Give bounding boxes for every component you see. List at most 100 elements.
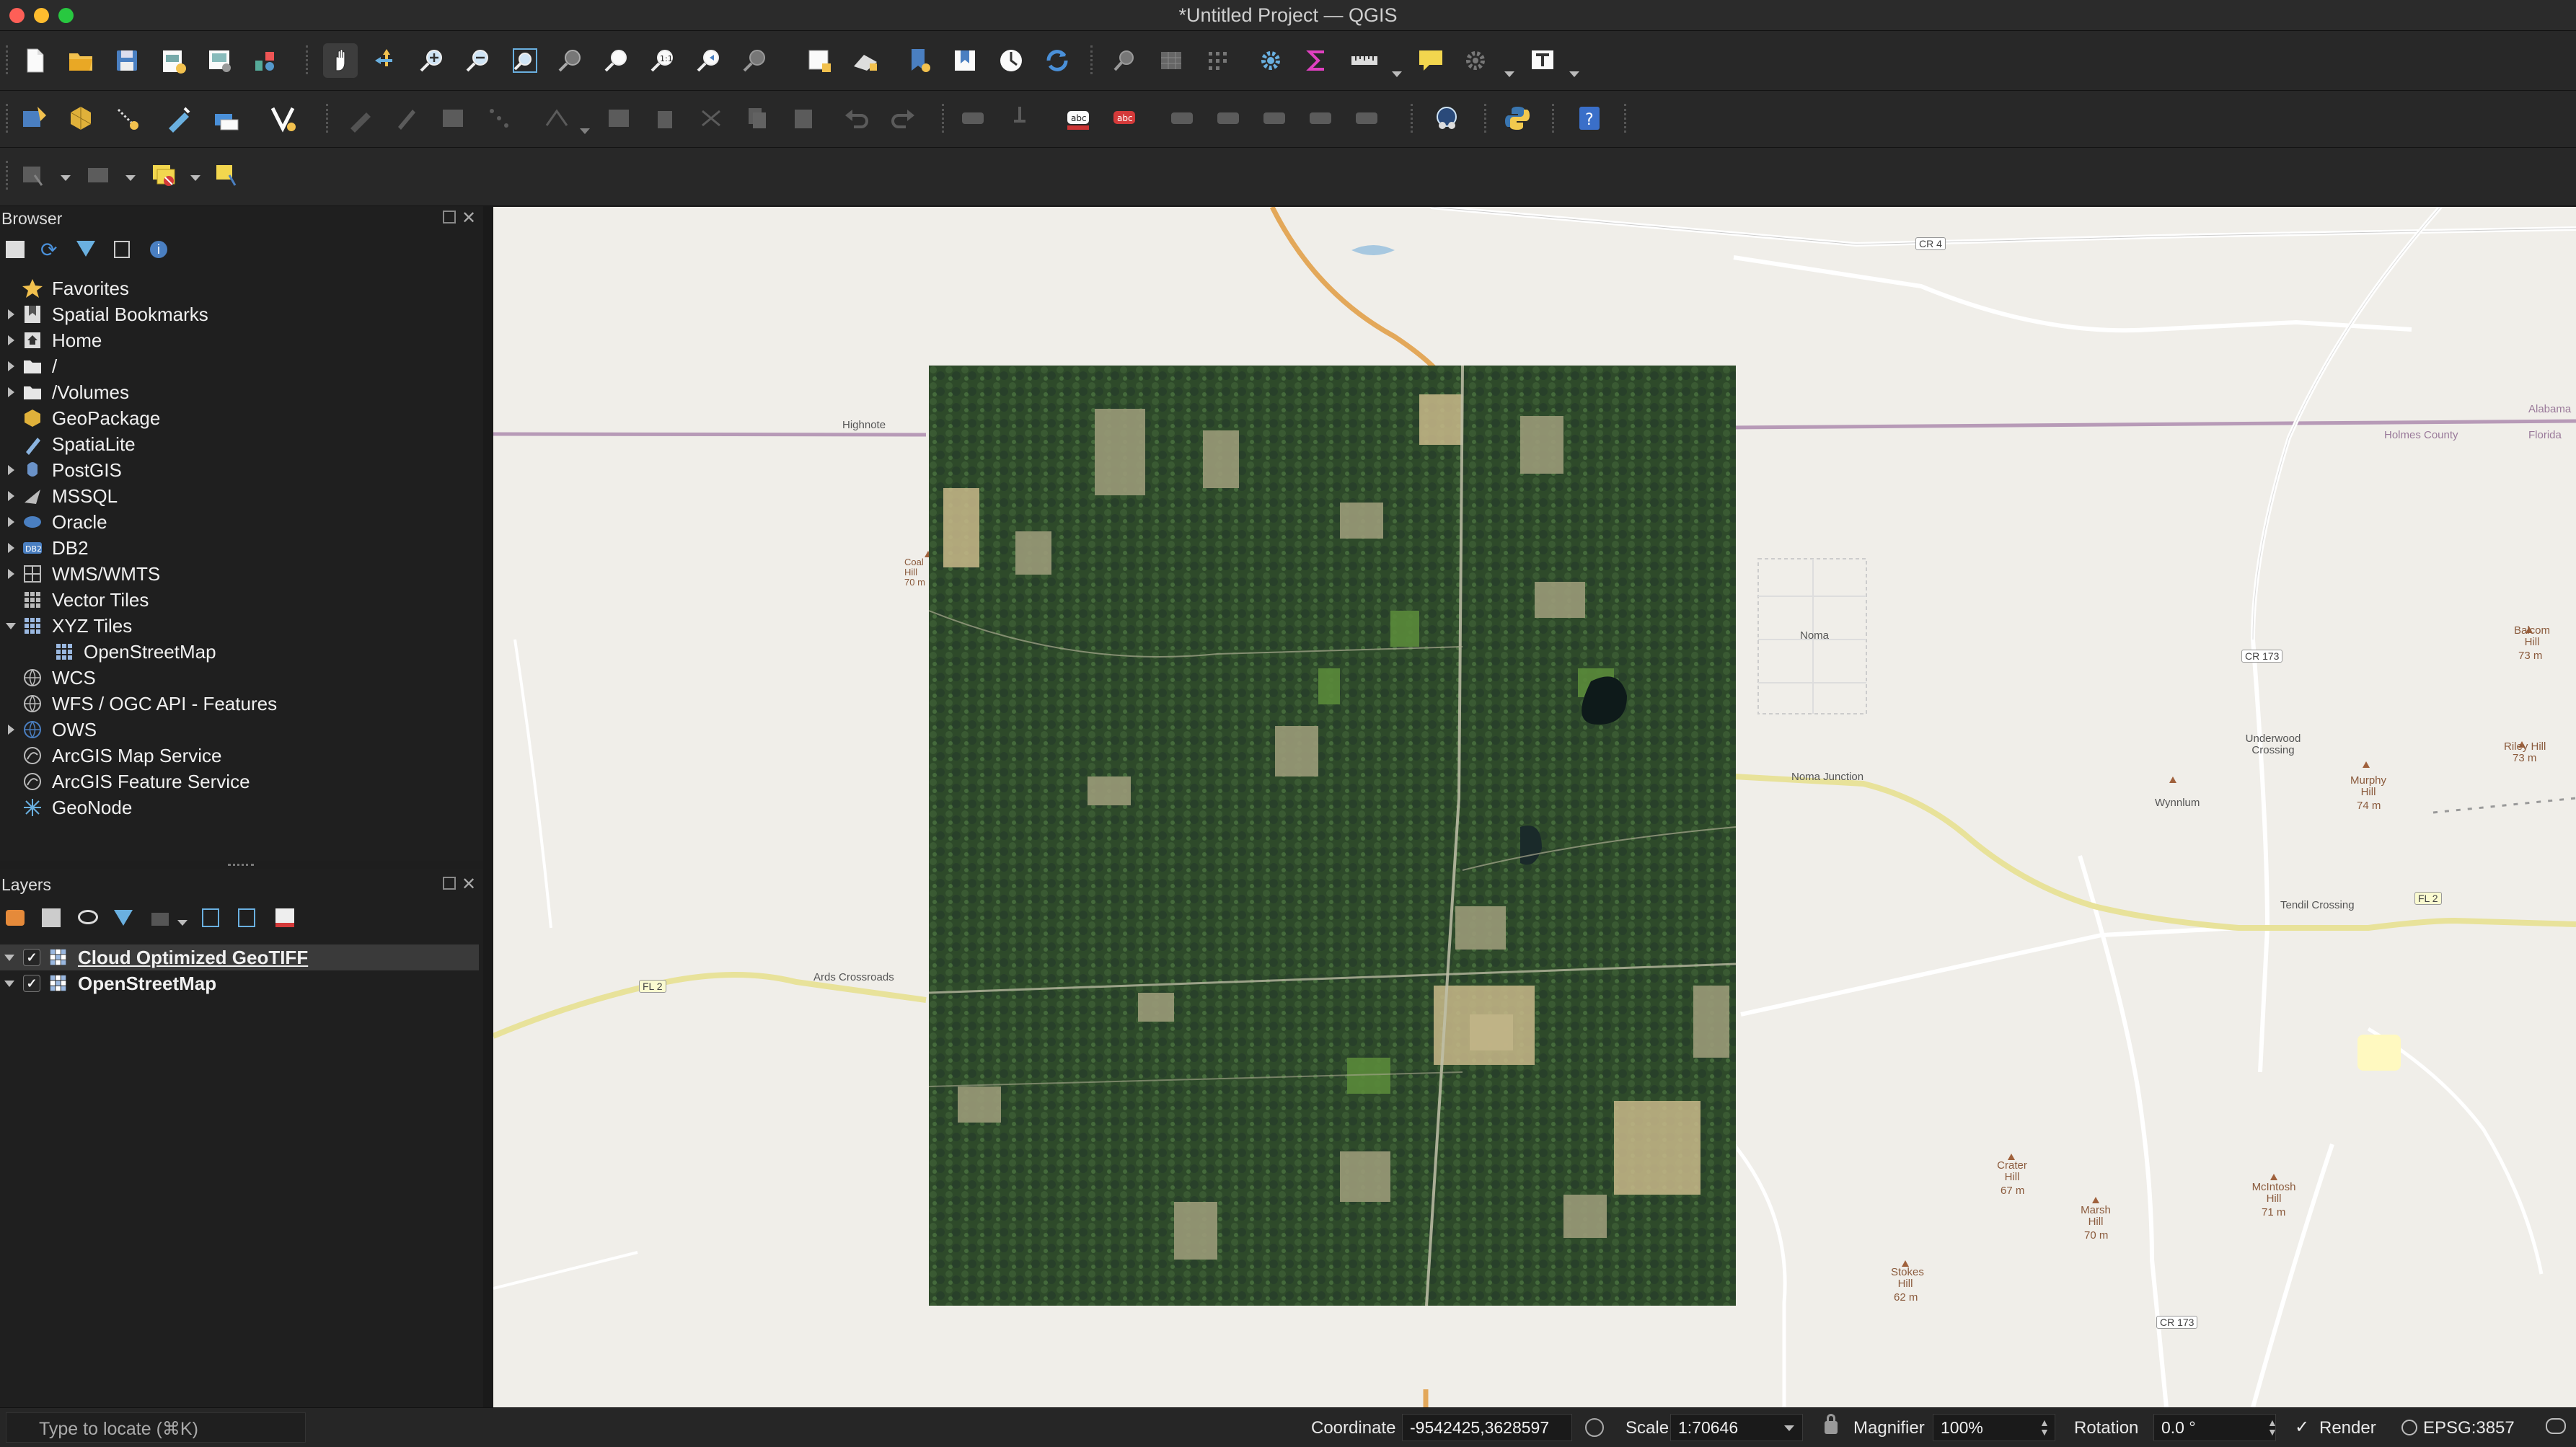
browser-item-home[interactable]: Home: [0, 327, 476, 353]
browser-item-geonode[interactable]: GeoNode: [0, 795, 476, 820]
float-panel-icon[interactable]: [443, 211, 456, 224]
measure-line-icon[interactable]: [1347, 43, 1382, 78]
browser-item-openstreetmap[interactable]: OpenStreetMap: [32, 639, 508, 665]
browser-item-geopackage[interactable]: GeoPackage: [0, 405, 476, 431]
rotation-spinner-icon[interactable]: ▲ ▼: [2267, 1417, 2277, 1437]
render-checkbox[interactable]: ✓: [2295, 1417, 2309, 1438]
style-manager-icon[interactable]: [248, 43, 283, 78]
pan-map-icon[interactable]: [323, 43, 358, 78]
expand-arrow-icon[interactable]: [0, 361, 22, 371]
add-feature-icon[interactable]: [482, 101, 516, 136]
browser-item-volumes[interactable]: /Volumes: [0, 379, 476, 405]
settings-gear-icon[interactable]: [1253, 43, 1288, 78]
browser-item-vector-tiles[interactable]: Vector Tiles: [0, 587, 476, 613]
layer-diagram-options-icon[interactable]: abc: [1108, 101, 1142, 136]
annotation-dropdown-icon[interactable]: [1569, 71, 1579, 77]
toggle-editing-icon[interactable]: [343, 101, 378, 136]
browser-item-arcgis-feature-service[interactable]: ArcGIS Feature Service: [0, 769, 476, 795]
coordinate-field[interactable]: -9542425,3628597: [1402, 1414, 1572, 1441]
field-calculator-sigma-icon[interactable]: [1300, 43, 1334, 78]
zoom-to-layer-icon[interactable]: [600, 43, 635, 78]
browser-item-root[interactable]: /: [0, 353, 476, 379]
browser-item-wfs-ogc-api-features[interactable]: WFS / OGC API - Features: [0, 691, 476, 717]
new-shapefile-layer-icon[interactable]: [208, 101, 242, 136]
refresh-icon[interactable]: [1040, 43, 1075, 78]
browser-item-db2[interactable]: DB2 DB2: [0, 535, 476, 561]
temporal-controller-icon[interactable]: [994, 43, 1028, 78]
magnifier-field[interactable]: 100%: [1933, 1414, 2055, 1441]
map-canvas[interactable]: Highnote Coal Hill 70 m Noma Noma Juncti…: [493, 207, 2576, 1407]
map-tips-icon[interactable]: [1413, 43, 1448, 78]
pin-labels-icon[interactable]: [1002, 101, 1037, 136]
select-expression-dropdown-icon[interactable]: [125, 175, 136, 181]
browser-item-spatialite[interactable]: SpatiaLite: [0, 431, 476, 457]
scale-field[interactable]: 1:70646: [1670, 1414, 1803, 1441]
browser-item-wms-wmts[interactable]: WMS/WMTS: [0, 561, 476, 587]
expand-arrow-icon[interactable]: [0, 543, 22, 553]
browser-item-arcgis-map-service[interactable]: ArcGIS Map Service: [0, 743, 476, 769]
browser-item-xyz-tiles[interactable]: XYZ Tiles: [0, 613, 476, 639]
rotation-field[interactable]: 0.0 °: [2153, 1414, 2276, 1441]
open-attribute-table-icon[interactable]: [1154, 43, 1188, 78]
move-label-icon[interactable]: [1258, 101, 1292, 136]
filter-by-expression-icon[interactable]: [151, 913, 169, 926]
layer-visibility-checkbox[interactable]: ✓: [23, 975, 40, 992]
close-layers-panel-icon[interactable]: ✕: [462, 874, 476, 895]
add-group-icon[interactable]: [42, 908, 61, 927]
zoom-full-icon[interactable]: [508, 43, 542, 78]
label-tool-icon[interactable]: [956, 101, 991, 136]
zoom-last-icon[interactable]: [692, 43, 727, 78]
help-contents-icon[interactable]: ?: [1572, 101, 1607, 136]
manage-map-themes-icon[interactable]: [78, 910, 98, 924]
new-virtual-layer-icon[interactable]: [265, 101, 300, 136]
deselect-dropdown-icon[interactable]: [190, 175, 200, 181]
new-bookmark-icon[interactable]: [901, 43, 936, 78]
undo-icon[interactable]: [839, 101, 874, 136]
vertex-tool-icon[interactable]: [539, 101, 574, 136]
pan-to-selection-icon[interactable]: [369, 43, 404, 78]
expand-arrow-icon[interactable]: [0, 387, 22, 397]
select-features-dropdown-icon[interactable]: [61, 175, 71, 181]
browser-item-ows[interactable]: OWS: [0, 717, 476, 743]
scale-dropdown-icon[interactable]: [1784, 1425, 1794, 1431]
messages-icon[interactable]: [2546, 1418, 2566, 1434]
edit-pencil-icon[interactable]: [389, 101, 424, 136]
layer-visibility-checkbox[interactable]: ✓: [23, 949, 40, 966]
paste-features-icon[interactable]: [786, 101, 821, 136]
browser-item-wcs[interactable]: WCS: [0, 665, 476, 691]
show-hide-labels-icon[interactable]: [1212, 101, 1246, 136]
browser-item-oracle[interactable]: Oracle: [0, 509, 476, 535]
expand-arrow-icon[interactable]: [0, 335, 22, 345]
cut-features-icon[interactable]: [694, 101, 728, 136]
collapse-all-icon[interactable]: [114, 241, 130, 258]
filter-browser-icon[interactable]: [76, 241, 95, 257]
expand-arrow-icon[interactable]: [0, 517, 22, 527]
select-by-expression-icon[interactable]: [81, 158, 115, 193]
collapse-arrow-icon[interactable]: [0, 622, 22, 629]
toggle-extents-icon[interactable]: [1585, 1418, 1604, 1437]
map-tools-dropdown-icon[interactable]: [1504, 71, 1514, 77]
expand-arrow-icon[interactable]: [0, 309, 22, 319]
new-temporary-layer-icon[interactable]: [110, 101, 144, 136]
redo-icon[interactable]: [886, 101, 920, 136]
digitize-icon[interactable]: [162, 101, 196, 136]
collapse-all-layers-icon[interactable]: [238, 908, 255, 927]
zoom-native-resolution-icon[interactable]: 1:1: [646, 43, 681, 78]
metasearch-icon[interactable]: [1429, 101, 1464, 136]
show-bookmarks-icon[interactable]: [948, 43, 982, 78]
filter-legend-icon[interactable]: [114, 910, 133, 926]
new-3d-map-view-icon[interactable]: [848, 43, 883, 78]
crs-globe-icon[interactable]: [2401, 1420, 2417, 1435]
select-features-icon[interactable]: [16, 158, 50, 193]
browser-item-favorites[interactable]: Favorites: [0, 275, 476, 301]
save-edits-icon[interactable]: [436, 101, 470, 136]
identify-features-icon[interactable]: [1108, 43, 1142, 78]
properties-info-icon[interactable]: i: [150, 241, 167, 258]
new-map-view-icon[interactable]: [802, 43, 837, 78]
modify-attributes-icon[interactable]: [601, 101, 636, 136]
new-project-icon[interactable]: [17, 43, 52, 78]
add-selected-layers-icon[interactable]: [6, 241, 25, 258]
deselect-all-icon[interactable]: [147, 158, 182, 193]
open-project-icon[interactable]: [63, 43, 98, 78]
change-label-properties-icon[interactable]: [1350, 101, 1385, 136]
